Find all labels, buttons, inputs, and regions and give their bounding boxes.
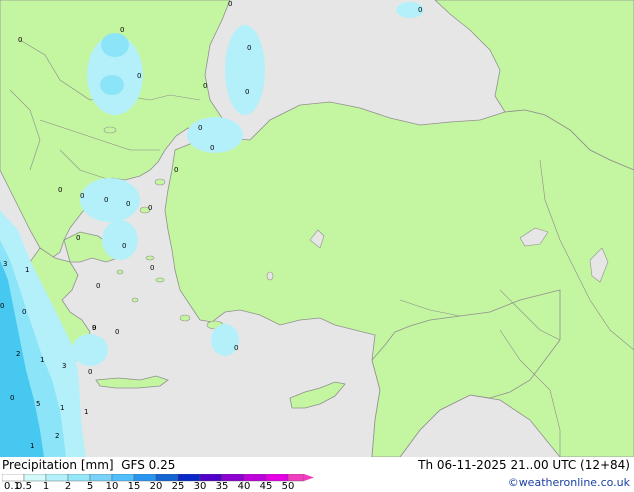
colorbar-swatch [243,474,267,482]
colorbar-arrow [304,474,314,481]
colorbar-swatch [287,474,305,482]
precip-value-label: 0 [58,186,62,194]
precip-balkans-2 [101,33,129,57]
colorbar-label: 5 [86,481,94,492]
colorbar-label: 50 [281,481,295,492]
precip-value-label: 1 [30,442,34,450]
precip-crete [72,334,108,366]
precip-value-label: 0 [247,44,251,52]
colorbar-swatch [45,474,69,482]
precip-value-label: 0 [245,88,249,96]
precip-value-label: 0 [80,192,84,200]
colorbar-swatch [89,474,113,482]
precip-balkans-3 [100,75,124,95]
product-name: Precipitation [mm] [2,458,114,472]
precip-marmara [187,117,243,153]
colorbar-swatch [265,474,289,482]
precip-blacksea-w [225,25,265,115]
precip-value-label: 0 [22,308,26,316]
precip-value-label: 5 [36,400,40,408]
colorbar-label: 20 [149,481,163,492]
precip-value-label: 2 [16,350,20,358]
precip-value-label: 0 [104,196,108,204]
colorbar-swatch [67,474,91,482]
colorbar-swatch [221,474,245,482]
precip-value-label: 0 [174,166,178,174]
colorbar-swatch [155,474,179,482]
colorbar-swatch [111,474,135,482]
map-footer: Precipitation [mm] GFS 0.25 Th 06-11-202… [0,457,634,492]
precip-aegean-mid [102,220,138,260]
colorbar-swatch [199,474,223,482]
precip-value-label: 1 [84,408,88,416]
precip-value-label: 0 [115,328,119,336]
precip-value-label: 0 [96,282,100,290]
precip-value-label: 0 [418,6,422,14]
precip-value-label: 0 [150,264,154,272]
credit-link[interactable]: ©weatheronline.co.uk [508,476,630,489]
precip-value-label: 0 [137,72,141,80]
valid-time: Th 06-11-2025 21..00 UTC (12+84) [418,458,630,472]
precip-value-label: 0 [76,234,80,242]
colorbar-label: 40 [237,481,251,492]
precip-value-label: 1 [60,404,64,412]
colorbar-label: 30 [193,481,207,492]
colorbar-label: 1 [42,481,50,492]
precip-aegean-n [80,178,140,222]
precip-value-label: 0 [10,394,14,402]
model-name: GFS 0.25 [121,458,176,472]
colorbar-swatch [2,474,25,482]
colorbar-label: 0.5 [16,481,32,492]
precip-value-label: 0 [122,242,126,250]
product-title: Precipitation [mm] GFS 0.25 [2,458,175,472]
precip-value-label: 0 [198,124,202,132]
colorbar-label: 45 [259,481,273,492]
precip-value-label: 0 [18,36,22,44]
colorbar-label: 35 [215,481,229,492]
precip-value-label: 9 [92,324,96,332]
colorbar-label: 10 [105,481,119,492]
precipitation-map: 00000000000000000310021300511129000000 [0,0,634,457]
precip-value-label: 3 [3,260,7,268]
precip-value-label: 1 [25,266,29,274]
colorbar-label: 2 [64,481,72,492]
precip-value-label: 1 [40,356,44,364]
precip-value-label: 0 [0,302,4,310]
precip-value-label: 0 [228,0,232,8]
precip-value-label: 0 [210,144,214,152]
colorbar-swatch [23,474,47,482]
precip-value-label: 2 [55,432,59,440]
precip-value-label: 3 [62,362,66,370]
colorbar-label: 25 [171,481,185,492]
precip-value-label: 0 [148,204,152,212]
colorbar-swatch [177,474,201,482]
colorbar-label: 15 [127,481,141,492]
precip-value-label: 0 [203,82,207,90]
precip-value-label: 0 [126,200,130,208]
precip-value-label: 0 [234,344,238,352]
precip-value-label: 0 [120,26,124,34]
precip-value-label: 0 [88,368,92,376]
colorbar-swatch [133,474,157,482]
